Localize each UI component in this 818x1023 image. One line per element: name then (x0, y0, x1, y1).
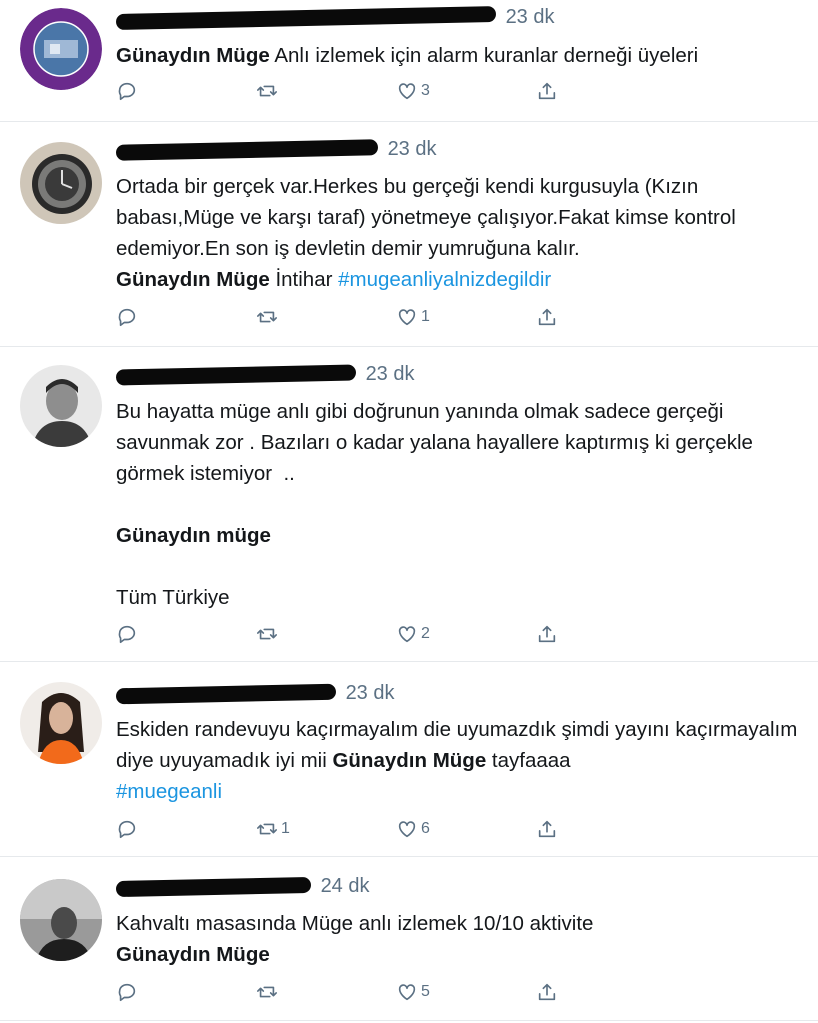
retweet-icon (257, 986, 277, 998)
retweet-button[interactable] (256, 306, 281, 328)
timestamp[interactable]: 23 dk (346, 682, 395, 704)
avatar[interactable] (20, 142, 102, 224)
like-count: 5 (421, 983, 430, 1000)
tweet-text: Eskiden randevuyu kaçırmayalım die uyuma… (116, 714, 818, 807)
reply-button[interactable] (116, 623, 141, 645)
like-button[interactable]: 6 (396, 818, 430, 840)
like-button[interactable]: 5 (396, 981, 430, 1003)
text-segment: tayfaaaa (491, 749, 571, 772)
tweet-text: Ortada bir gerçek var.Herkes bu gerçeği … (116, 171, 818, 295)
reply-icon (118, 625, 136, 644)
tweet-text: Günaydın Müge Anlı izlemek için alarm ku… (116, 40, 818, 71)
retweet-button[interactable] (256, 981, 281, 1003)
timestamp[interactable]: 24 dk (321, 875, 370, 897)
divider (0, 1020, 818, 1021)
heart-icon (398, 821, 416, 838)
tweet-text: Kahvaltı masasında Müge anlı izlemek 10/… (116, 908, 818, 970)
like-button[interactable]: 3 (396, 80, 430, 102)
like-button[interactable]: 1 (396, 306, 430, 328)
bold-phrase: Günaydın Müge (332, 749, 487, 772)
tweet-header: 23 dk (115, 363, 415, 393)
tweet-actions: 2 (116, 623, 576, 651)
text-segment: Tüm Türkiye (116, 586, 230, 609)
hashtag-link[interactable]: #mugeanliyalnizdegildir (338, 268, 551, 291)
timestamp[interactable]: 23 dk (388, 138, 437, 160)
share-icon (538, 308, 556, 326)
like-count: 1 (421, 308, 430, 325)
share-button[interactable] (536, 981, 558, 1003)
text-segment: Kahvaltı masasında Müge anlı izlemek 10/… (116, 912, 594, 935)
tweet-header: 23 dk (115, 682, 395, 712)
tweet-text: Bu hayatta müge anlı gibi doğrunun yanın… (116, 396, 818, 613)
text-segment: Anlı izlemek için alarm kuranlar derneği… (269, 44, 699, 67)
avatar[interactable] (20, 365, 102, 447)
tweet-actions: 3 (116, 80, 576, 108)
tweet-header: 24 dk (115, 875, 370, 905)
text-segment: Bu hayatta müge anlı gibi doğrunun yanın… (116, 400, 753, 485)
retweet-icon (257, 823, 277, 835)
tweet[interactable]: 23 dk Günaydın Müge Anlı izlemek için al… (0, 0, 818, 122)
avatar[interactable] (20, 8, 102, 90)
share-icon (538, 983, 556, 1001)
heart-icon (398, 984, 416, 1001)
timestamp[interactable]: 23 dk (506, 6, 555, 28)
text-segment: İntihar (269, 268, 339, 291)
reply-button[interactable] (116, 818, 141, 840)
like-count: 2 (421, 625, 430, 642)
timestamp[interactable]: 23 dk (366, 363, 415, 385)
redaction-mark (115, 5, 497, 30)
heart-icon (398, 626, 416, 643)
hashtag-link[interactable]: #muegeanli (116, 780, 222, 803)
share-button[interactable] (536, 306, 558, 328)
tweet[interactable]: 23 dk Bu hayatta müge anlı gibi doğrunun… (0, 347, 818, 661)
redaction-mark (115, 138, 379, 161)
reply-icon (118, 983, 136, 1002)
avatar[interactable] (20, 682, 102, 764)
tweet-header: 23 dk (115, 138, 437, 168)
bold-phrase: Günaydın müge (116, 524, 271, 547)
reply-icon (118, 308, 136, 327)
like-count: 3 (421, 82, 430, 99)
share-icon (538, 820, 556, 838)
retweet-count: 1 (281, 820, 290, 837)
bold-phrase: Günaydın Müge (116, 268, 270, 291)
share-button[interactable] (536, 80, 558, 102)
tweet[interactable]: 23 dk Ortada bir gerçek var.Herkes bu ge… (0, 122, 818, 346)
reply-icon (118, 820, 136, 839)
tweet-actions: 1 6 (116, 818, 576, 846)
redaction-mark (115, 876, 312, 897)
tweet-actions: 1 (116, 306, 576, 334)
tweet[interactable]: 23 dk Eskiden randevuyu kaçırmayalım die… (0, 662, 818, 856)
redaction-mark (115, 364, 357, 386)
retweet-icon (257, 628, 277, 640)
share-icon (538, 82, 556, 100)
share-button[interactable] (536, 818, 558, 840)
retweet-icon (257, 85, 277, 97)
like-button[interactable]: 2 (396, 623, 430, 645)
reply-button[interactable] (116, 80, 141, 102)
like-count: 6 (421, 820, 430, 837)
retweet-button[interactable] (256, 80, 281, 102)
bold-phrase: Günaydın Müge (116, 44, 270, 67)
reply-button[interactable] (116, 981, 141, 1003)
reply-button[interactable] (116, 306, 141, 328)
reply-icon (118, 82, 136, 101)
bold-phrase: Günaydın Müge (116, 943, 270, 966)
heart-icon (398, 309, 416, 326)
text-segment: Ortada bir gerçek var.Herkes bu gerçeği … (116, 175, 736, 260)
retweet-button[interactable] (256, 623, 281, 645)
tweet-header: 23 dk (115, 5, 555, 36)
avatar[interactable] (20, 879, 102, 961)
tweet-actions: 5 (116, 981, 576, 1009)
redaction-mark (115, 683, 337, 705)
share-icon (538, 625, 556, 643)
retweet-icon (257, 311, 277, 323)
retweet-button[interactable]: 1 (256, 818, 290, 840)
tweet[interactable]: 24 dk Kahvaltı masasında Müge anlı izlem… (0, 857, 818, 1023)
heart-icon (398, 83, 416, 100)
share-button[interactable] (536, 623, 558, 645)
